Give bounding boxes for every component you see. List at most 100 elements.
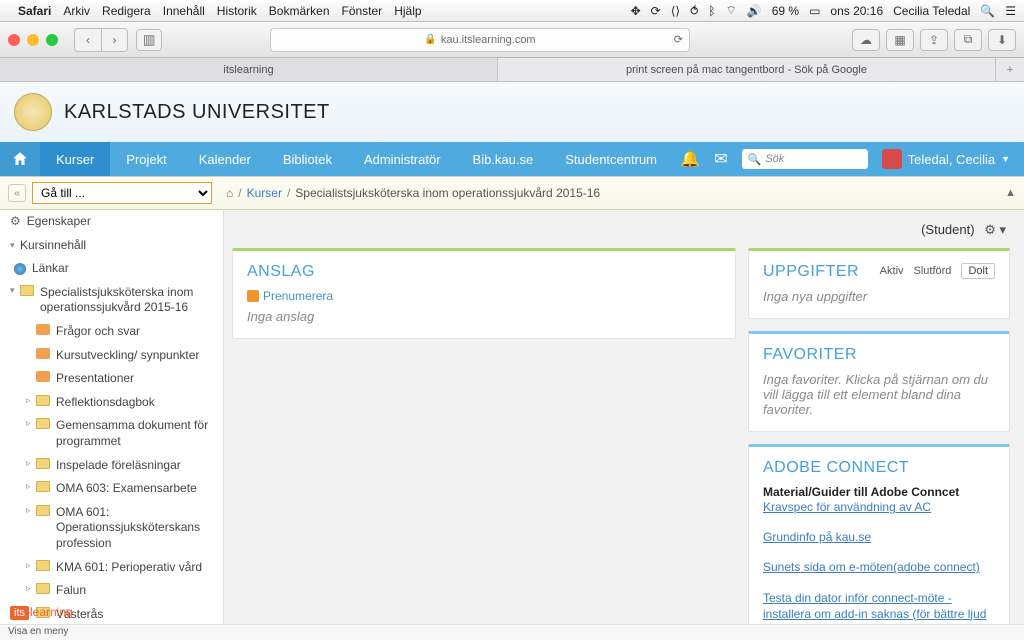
anslag-subscribe[interactable]: Prenumerera [247,289,721,303]
sidebar-item[interactable]: Kursutveckling/ synpunkter [0,344,223,368]
nav-bibkause[interactable]: Bib.kau.se [457,142,550,176]
clock: ons 20:16 [830,4,883,18]
nav-projekt[interactable]: Projekt [110,142,182,176]
adobe-link-2[interactable]: Sunets sida om e-möten(adobe connect) [763,559,995,575]
bell-icon[interactable]: 🔔 [680,149,700,169]
menu-extras-icon[interactable]: ☰ [1005,4,1016,18]
share-button[interactable]: ⇪ [920,29,948,51]
sidebar-item[interactable]: Presentationer [0,367,223,391]
breadcrumb-kurser[interactable]: Kurser [247,186,282,200]
nav-administrator[interactable]: Administratör [348,142,457,176]
site-header: KARLSTADS UNIVERSITET [0,82,1024,142]
menu-innehall[interactable]: Innehåll [163,4,205,18]
cloud-button[interactable]: ☁ [852,29,880,51]
sidebar-toggle-button[interactable]: ▥ [136,29,162,51]
content: ⚙Egenskaper ▾Kursinnehåll Länkar ▾Specia… [0,210,1024,624]
sidebar-item[interactable]: ▹KMA 601: Perioperativ vård [0,556,223,580]
user-menu[interactable]: Teledal, Cecilia ▼ [882,149,1010,169]
settings-gear-icon[interactable]: ⚙ ▾ [984,222,1006,237]
sidebar-item[interactable]: ▹Inspelade föreläsningar [0,454,223,478]
app-name[interactable]: Safari [18,4,51,18]
nav-bibliotek[interactable]: Bibliotek [267,142,348,176]
menu-redigera[interactable]: Redigera [102,4,151,18]
nav-studentcentrum[interactable]: Studentcentrum [549,142,673,176]
breadcrumb-home-icon[interactable]: ⌂ [226,186,233,200]
main-nav: Kurser Projekt Kalender Bibliotek Admini… [0,142,1024,176]
sidebar-item-label: Gemensamma dokument för programmet [56,418,213,449]
breadcrumb-sep: / [238,186,241,200]
caret-down-icon: ▾ [10,240,20,252]
home-button[interactable] [0,142,40,176]
adobe-title: ADOBE CONNECT [763,459,995,477]
tabs-button[interactable]: ⧉ [954,29,982,51]
minimize-window-button[interactable] [27,34,39,46]
favoriter-title: FAVORITER [763,346,995,364]
close-window-button[interactable] [8,34,20,46]
download-button[interactable]: ⬇ [988,29,1016,51]
grid-button[interactable]: ▦ [886,29,914,51]
forward-button[interactable]: › [101,29,127,51]
timemachine-icon[interactable]: ⥀ [690,4,698,18]
tab-google[interactable]: print screen på mac tangentbord - Sök på… [498,58,996,81]
reload-icon[interactable]: ⟳ [674,33,683,46]
maximize-window-button[interactable] [46,34,58,46]
mac-user[interactable]: Cecilia Teledal [893,4,970,18]
sidebar-links-label: Länkar [32,261,69,277]
adobe-link-3[interactable]: Testa din dator inför connect-möte - ins… [763,590,995,624]
battery-icon[interactable]: ▭ [809,4,820,18]
sidebar-properties[interactable]: ⚙Egenskaper [0,210,223,234]
search-icon: 🔍 [748,153,762,166]
goto-select[interactable]: Gå till ... [32,182,212,204]
sidebar-course[interactable]: ▾Specialistsjuksköterska inom operations… [0,281,223,320]
bluetooth-icon[interactable]: ᛒ [708,4,715,18]
expand-button[interactable]: ▲ [1005,187,1016,199]
sidebar: ⚙Egenskaper ▾Kursinnehåll Länkar ▾Specia… [0,210,224,624]
menu-historik[interactable]: Historik [217,4,257,18]
university-logo [14,93,52,131]
nav-buttons: ‹ › [74,28,128,52]
breadcrumb-bar: « Gå till ... ⌂ / Kurser / Specialistsju… [0,176,1024,210]
sidebar-item[interactable]: ▹Gemensamma dokument för programmet [0,414,223,453]
dropbox-icon[interactable]: ✥ [631,4,641,18]
sidebar-links[interactable]: Länkar [0,257,223,281]
folder-icon [36,505,50,516]
nav-kalender[interactable]: Kalender [183,142,267,176]
wifi-icon[interactable]: ⌔ [725,3,736,18]
sidebar-item[interactable]: ▹Reflektionsdagbok [0,391,223,415]
subscribe-label: Prenumerera [263,289,333,303]
sidebar-item[interactable]: Frågor och svar [0,320,223,344]
search-input[interactable]: 🔍Sök [742,149,868,169]
volume-icon[interactable]: 🔊 [747,4,762,18]
menu-hjalp[interactable]: Hjälp [394,4,421,18]
address-bar[interactable]: 🔒 kau.itslearning.com ⟳ [270,28,690,52]
avatar [882,149,902,169]
new-tab-button[interactable]: + [996,58,1024,81]
menu-arkiv[interactable]: Arkiv [63,4,90,18]
discussion-icon [36,324,50,335]
sidebar-item[interactable]: ▹OMA 601: Operationssjuksköterskans prof… [0,501,223,556]
adobe-link-0[interactable]: Kravspec för användning av AC [763,499,995,515]
mail-icon[interactable]: ✉ [714,149,727,169]
code-icon[interactable]: ⟨⟩ [671,4,680,18]
caret-right-icon: ▹ [26,458,36,470]
caret-right-icon: ▹ [26,481,36,493]
globe-icon [14,263,26,275]
folder-icon [20,285,34,296]
filter-overdue[interactable]: Slutförd [914,265,952,277]
menu-fonster[interactable]: Fönster [342,4,383,18]
sync-icon[interactable]: ⟳ [651,4,661,18]
menu-bokmarken[interactable]: Bokmärken [269,4,330,18]
spotlight-icon[interactable]: 🔍 [980,4,995,18]
collapse-sidebar-button[interactable]: « [8,184,26,202]
panel-favoriter: FAVORITER Inga favoriter. Klicka på stjä… [748,331,1010,432]
sidebar-item[interactable]: ▹OMA 603: Examensarbete [0,477,223,501]
nav-kurser[interactable]: Kurser [40,142,110,176]
filter-hidden[interactable]: Dolt [961,263,995,279]
tab-itslearning[interactable]: itslearning [0,58,498,81]
back-button[interactable]: ‹ [75,29,101,51]
sidebar-root[interactable]: ▾Kursinnehåll [0,234,223,258]
filter-active[interactable]: Aktiv [880,265,904,277]
adobe-link-1[interactable]: Grundinfo på kau.se [763,529,995,545]
role-bar: (Student) ⚙ ▾ [232,218,1010,248]
folder-icon [36,418,50,429]
